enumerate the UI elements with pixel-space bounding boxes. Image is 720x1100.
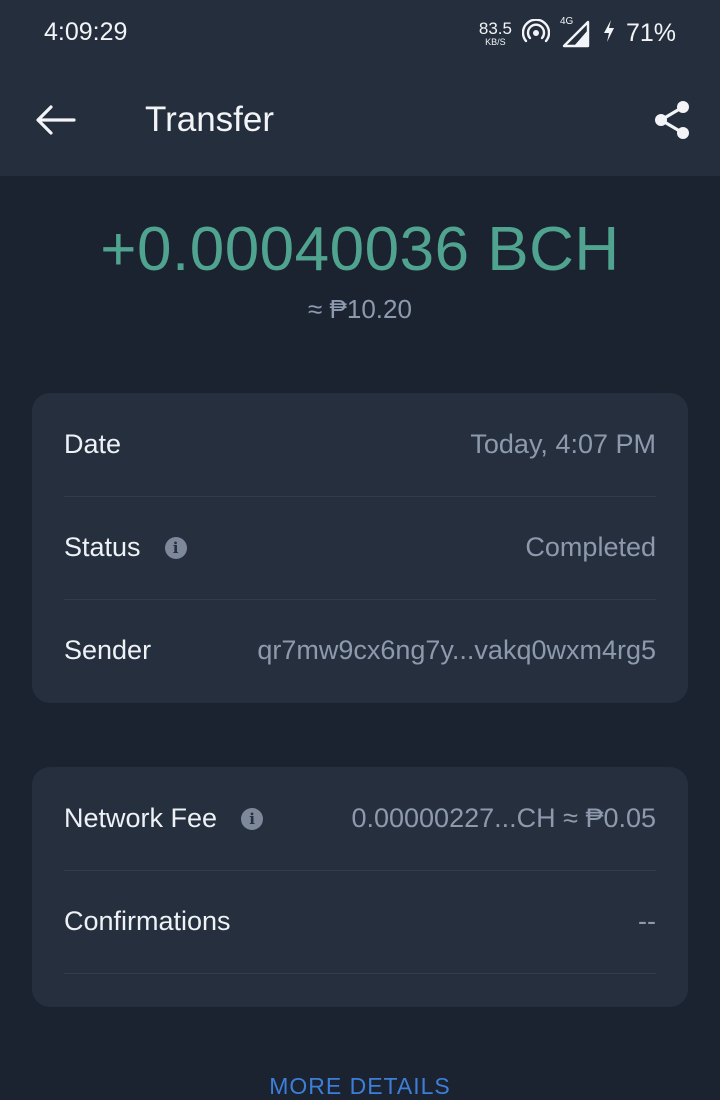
status-time: 4:09:29: [44, 18, 128, 46]
info-icon[interactable]: i: [164, 536, 187, 559]
battery-level: 71%: [625, 18, 676, 47]
net-speed: 83.5 KB/S: [479, 20, 512, 47]
top-bar: 4:09:29 83.5 KB/S 4G 71% Transfer: [0, 0, 720, 176]
page-title: Transfer: [145, 100, 275, 139]
fee-details-card: Network Fee i 0.00000227...CH ≈ ₱0.05 Co…: [32, 767, 688, 1007]
fiat-amount: ≈ ₱10.20: [308, 294, 412, 324]
app-bar: Transfer: [0, 70, 720, 176]
network-fee-row: Network Fee i 0.00000227...CH ≈ ₱0.05: [64, 767, 656, 871]
sender-address[interactable]: qr7mw9cx6ng7y...vakq0wxm4rg5: [257, 635, 656, 666]
confirmations-value: --: [638, 906, 656, 936]
status-icons: 83.5 KB/S 4G 71%: [479, 16, 676, 50]
arrow-left-icon: [36, 105, 76, 135]
status-label-group: Status i: [64, 532, 187, 563]
network-fee-label-group: Network Fee i: [64, 803, 264, 834]
network-fee-label: Network Fee: [64, 803, 218, 833]
confirmations-row: Confirmations --: [64, 870, 656, 974]
date-label: Date: [64, 429, 122, 459]
info-icon[interactable]: i: [241, 807, 264, 830]
signal-icon: 4G: [560, 16, 592, 48]
more-details-button[interactable]: MORE DETAILS: [0, 1073, 720, 1100]
share-icon: [655, 101, 689, 139]
date-value: Today, 4:07 PM: [470, 429, 656, 459]
sender-row[interactable]: Sender qr7mw9cx6ng7y...vakq0wxm4rg5: [64, 599, 656, 702]
status-value: Completed: [525, 532, 656, 562]
share-button[interactable]: [648, 96, 696, 144]
back-button[interactable]: [30, 96, 82, 144]
charging-icon: [602, 19, 616, 48]
hotspot-icon: [521, 18, 551, 48]
date-row: Date Today, 4:07 PM: [64, 393, 656, 497]
transaction-amount: +0.00040036 BCH: [100, 215, 620, 284]
net-speed-unit: KB/S: [485, 36, 506, 47]
status-label: Status: [64, 532, 141, 562]
net-speed-value: 83.5: [478, 18, 512, 38]
confirmations-label: Confirmations: [64, 906, 231, 936]
transaction-details-card: Date Today, 4:07 PM Status i Completed S…: [32, 393, 688, 703]
status-row: Status i Completed: [64, 496, 656, 600]
network-fee-value: 0.00000227...CH ≈ ₱0.05: [351, 803, 656, 833]
sender-label: Sender: [64, 635, 152, 665]
status-bar: 4:09:29 83.5 KB/S 4G 71%: [0, 0, 720, 70]
